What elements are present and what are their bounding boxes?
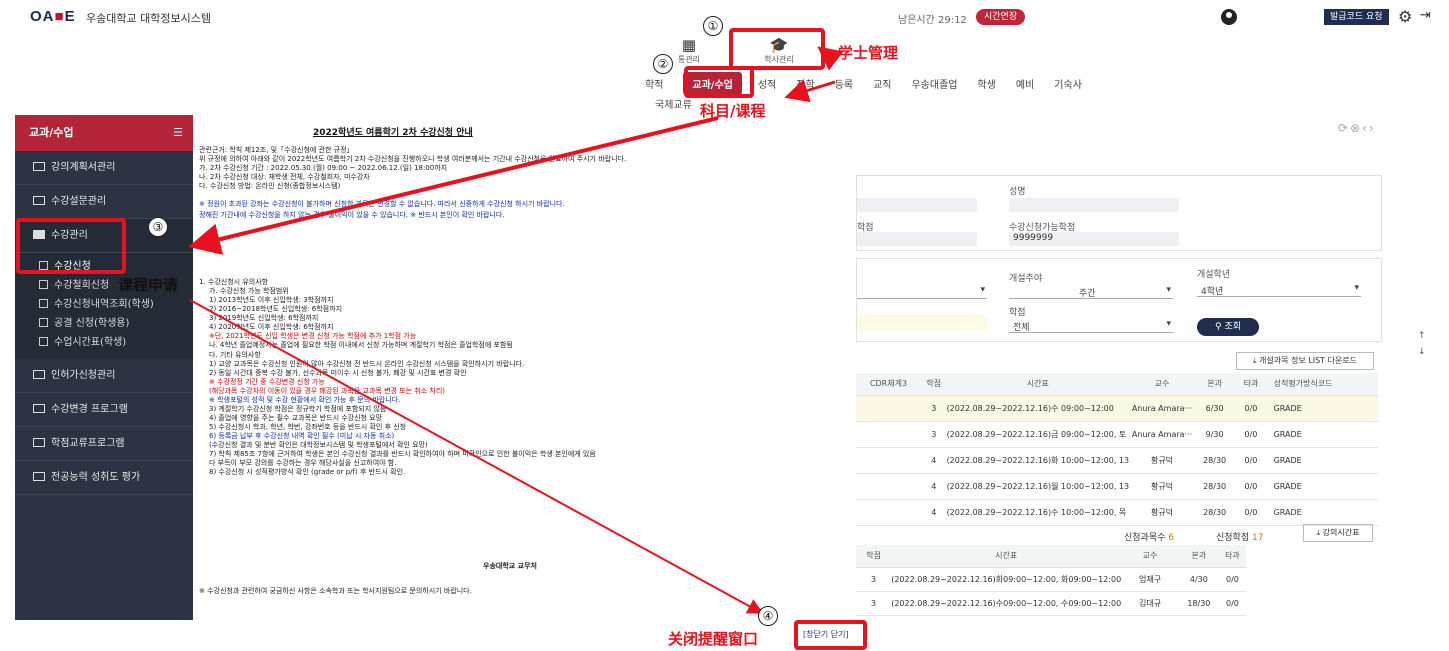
arrow-4: [189, 299, 764, 614]
annotation-box-3: [16, 218, 126, 274]
annotation-label-1: 学士管理: [838, 44, 899, 62]
annotation-box-4: [794, 620, 867, 650]
step-1-badge: ①: [703, 16, 723, 36]
annotation-label-2: 科目/课程: [700, 102, 766, 120]
annotation-box-2: [684, 66, 754, 98]
step-3-badge: ③: [148, 217, 168, 237]
step-4-badge: ④: [758, 606, 778, 626]
annotation-label-3: 课程申请: [118, 276, 179, 294]
screen: OA■E 우송대학교 대학정보시스템 남은시간 29:12 시간연장 발급코드 …: [0, 0, 1449, 651]
annotation-box-1: [729, 28, 825, 70]
annotation-label-4: 关闭提醒窗口: [668, 630, 759, 648]
arrow-2: [784, 79, 836, 103]
step-2-badge: ②: [653, 54, 673, 74]
arrow-3: [188, 116, 719, 255]
